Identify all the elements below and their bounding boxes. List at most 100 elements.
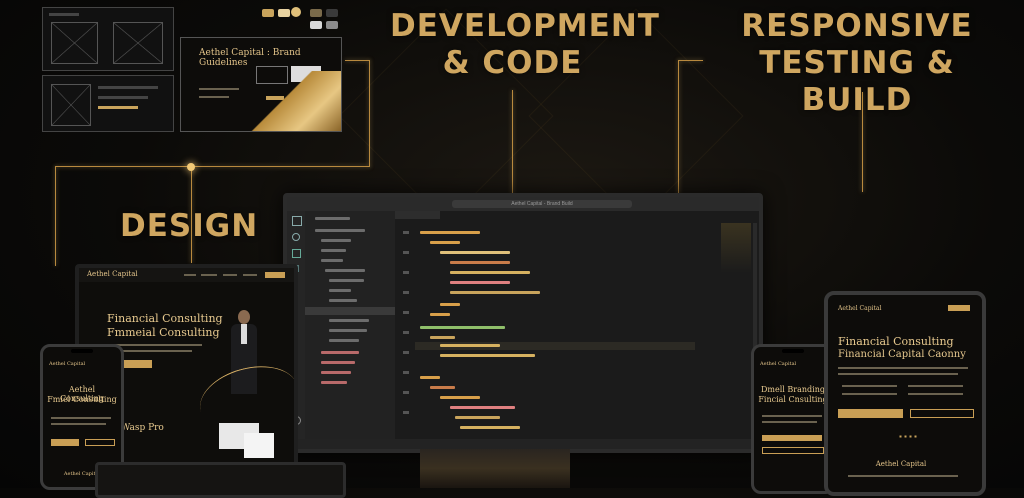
tree-item[interactable]: [329, 299, 357, 302]
tablet-nav-button[interactable]: [948, 305, 970, 311]
code-line: [440, 354, 535, 357]
tree-item[interactable]: [321, 259, 343, 262]
tree-item[interactable]: [321, 351, 359, 354]
laptop-card: [244, 433, 274, 458]
line-number: [403, 311, 409, 314]
brand-gold-swoosh: [221, 71, 341, 131]
tree-item-selected[interactable]: [305, 307, 395, 315]
carousel-dots[interactable]: [898, 435, 918, 438]
nav-cta-button[interactable]: [265, 272, 285, 278]
monitor-stand: [420, 449, 570, 488]
heading-responsive-line1: RESPONSIVE: [741, 8, 973, 44]
code-line: [450, 271, 530, 274]
code-editor-monitor: Aethel Capital - Brand Build: [283, 193, 763, 453]
phone-body-text: [762, 421, 817, 423]
laptop-body-text: [107, 344, 202, 346]
line-number: [403, 291, 409, 294]
portrait-shirt: [241, 324, 247, 344]
wireframe-bar: [49, 13, 79, 16]
code-line: [420, 326, 505, 329]
color-swatch-1: [262, 9, 274, 17]
wireframe-thumb-2: [42, 75, 174, 132]
tablet-bullet: [842, 385, 897, 387]
phone-left-cta[interactable]: [51, 439, 79, 446]
editor-search-bar[interactable]: Aethel Capital - Brand Build: [452, 200, 632, 208]
connector-laptop-down: [191, 168, 192, 263]
line-number: [403, 391, 409, 394]
line-number: [403, 271, 409, 274]
code-line: [430, 313, 450, 316]
laptop-logo[interactable]: Aethel Capital: [87, 270, 138, 278]
line-number: [403, 331, 409, 334]
code-line: [440, 303, 460, 306]
phone-right-secondary[interactable]: [762, 447, 824, 454]
phone-right: Aethel Capital Dmell Branding Fincial Cn…: [751, 344, 835, 494]
tablet-logo: Aethel Capital: [838, 305, 882, 312]
laptop-headline-2: Fmmeial Consulting: [107, 326, 220, 339]
tree-item[interactable]: [321, 371, 351, 374]
editor-tab[interactable]: [395, 211, 440, 219]
connector-design-v-left: [55, 166, 56, 266]
line-number: [403, 251, 409, 254]
tree-item[interactable]: [329, 329, 367, 332]
line-number: [403, 231, 409, 234]
search-icon[interactable]: [292, 233, 300, 241]
tablet-footer: Aethel Capital: [875, 460, 927, 468]
tablet-body-text: [838, 367, 968, 369]
tree-item[interactable]: [315, 229, 365, 232]
phone-left-secondary[interactable]: [85, 439, 115, 446]
tablet-bullet: [842, 393, 897, 395]
tablet-bullet: [908, 385, 963, 387]
color-swatch-5: [310, 21, 322, 29]
phone-body-text: [51, 423, 106, 425]
line-number: [403, 411, 409, 414]
tablet-preview: Aethel Capital Financial Consulting Fina…: [824, 291, 986, 496]
code-line: [420, 376, 440, 379]
tree-item[interactable]: [329, 339, 359, 342]
tree-item[interactable]: [321, 381, 347, 384]
tree-item[interactable]: [329, 279, 364, 282]
tablet-headline-2: Financial Capital Caonny: [838, 349, 966, 360]
phone-right-cta[interactable]: [762, 435, 822, 441]
code-line: [450, 281, 510, 284]
nav-link[interactable]: [201, 274, 217, 276]
color-swatch-4: [326, 9, 338, 17]
connector-design-v-right: [369, 60, 370, 167]
minimap[interactable]: [721, 223, 751, 273]
git-icon[interactable]: [292, 249, 301, 258]
tree-item[interactable]: [329, 319, 369, 322]
code-line: [450, 406, 515, 409]
nav-link[interactable]: [223, 274, 237, 276]
heading-development: DEVELOPMENT & CODE: [390, 8, 659, 82]
phone-right-headline-2: Fincial Cnsulting: [758, 395, 828, 404]
brand-guidelines-title: Aethel Capital : Brand Guidelines: [199, 48, 301, 68]
phone-right-headline-1: Dmell Branding: [761, 385, 825, 394]
phone-left-logo: Aethel Capital: [49, 361, 86, 367]
tree-item[interactable]: [325, 269, 365, 272]
laptop-nav-bar: Aethel Capital: [79, 268, 294, 282]
laptop-subhead: Wasp Pro: [121, 423, 164, 433]
files-icon[interactable]: [292, 216, 302, 226]
code-editor-pane[interactable]: [395, 211, 759, 439]
tree-item[interactable]: [321, 249, 346, 252]
tablet-secondary[interactable]: [910, 409, 974, 418]
tree-item[interactable]: [329, 289, 351, 292]
code-line: [450, 261, 510, 264]
connector-resp-v: [862, 92, 863, 192]
tree-item[interactable]: [315, 217, 350, 220]
phone-body-text: [762, 415, 822, 417]
nav-link[interactable]: [184, 274, 196, 276]
code-line: [430, 241, 460, 244]
tree-item[interactable]: [321, 361, 355, 364]
color-swatch-2: [278, 9, 290, 17]
code-line: [420, 231, 480, 234]
wireframe-bar: [98, 96, 148, 99]
code-line: [430, 336, 455, 339]
laptop-bottom-partial: [95, 462, 346, 498]
tree-item[interactable]: [321, 239, 351, 242]
connector-resp-v-left: [678, 60, 679, 195]
editor-title-bar: Aethel Capital - Brand Build: [287, 197, 759, 211]
tablet-cta[interactable]: [838, 409, 903, 418]
editor-status-bar: [287, 439, 759, 449]
nav-link[interactable]: [243, 274, 257, 276]
